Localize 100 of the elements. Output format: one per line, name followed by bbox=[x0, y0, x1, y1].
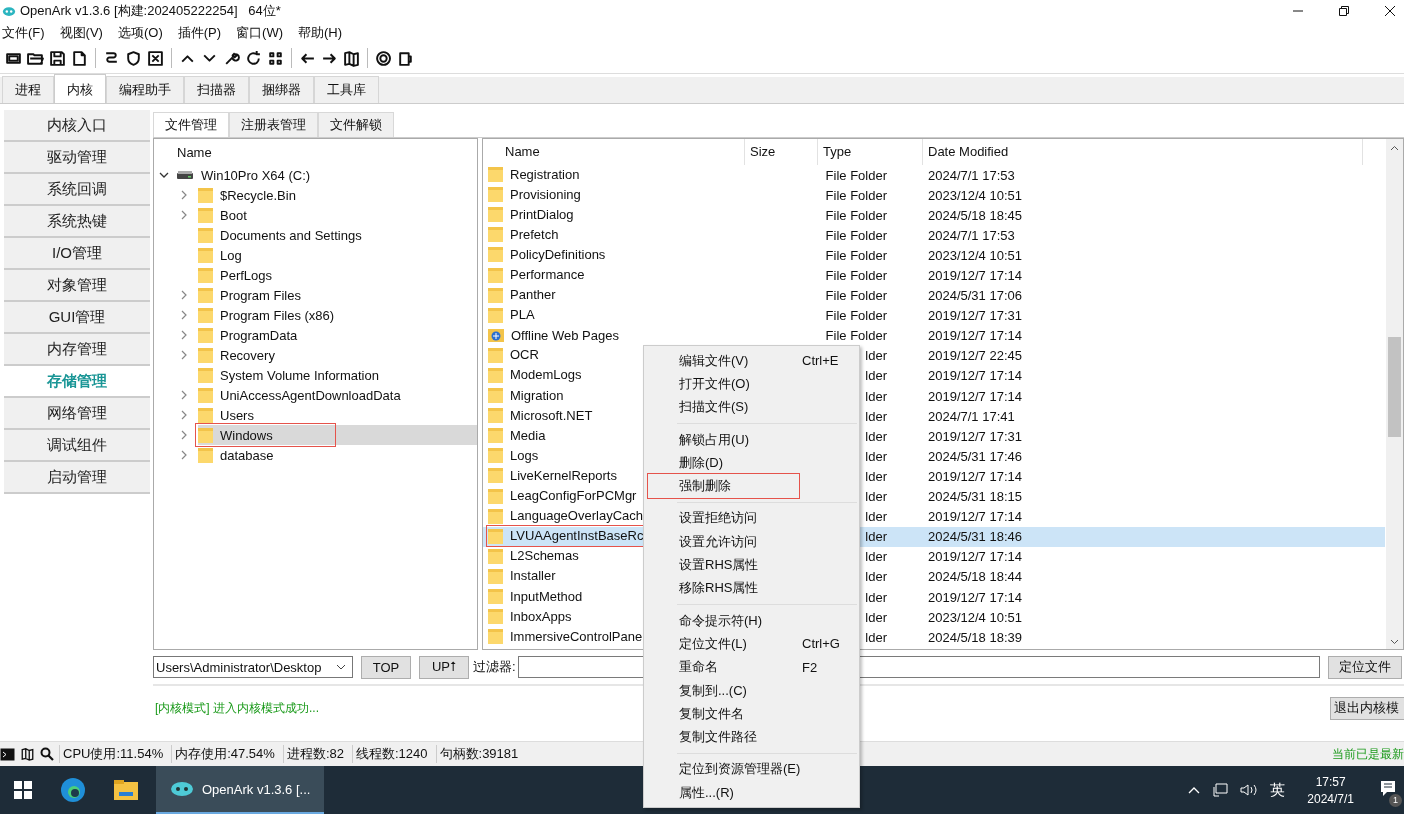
column-header[interactable]: Name bbox=[483, 139, 745, 165]
nav-item[interactable]: 内存管理 bbox=[4, 334, 150, 366]
file-name[interactable]: Microsoft.NET bbox=[488, 406, 593, 425]
menu-item[interactable]: 窗口(W) bbox=[236, 23, 283, 42]
tree-item[interactable]: Program Files (x86) bbox=[198, 306, 335, 324]
scrollbar[interactable] bbox=[1386, 139, 1403, 649]
shield-icon[interactable] bbox=[125, 49, 142, 67]
expand-chevron-icon[interactable] bbox=[180, 330, 188, 340]
menu-item[interactable]: 解锁占用(U) bbox=[648, 427, 855, 452]
tree-item[interactable]: Documents and Settings bbox=[198, 226, 362, 244]
file-name[interactable]: L2Schemas bbox=[488, 546, 579, 565]
menu-item[interactable]: 定位到资源管理器(E) bbox=[648, 757, 855, 782]
tab[interactable]: 文件管理 bbox=[153, 112, 229, 137]
maximize-icon[interactable] bbox=[1338, 5, 1350, 17]
menu-item[interactable]: 扫描文件(S) bbox=[648, 395, 855, 419]
input-method-indicator[interactable]: 英 bbox=[1270, 780, 1286, 800]
file-name[interactable]: ImmersiveControlPane bbox=[488, 627, 643, 646]
file-name[interactable]: PrintDialog bbox=[488, 205, 574, 224]
nav-item[interactable]: 系统热键 bbox=[4, 206, 150, 238]
menu-item[interactable]: 定位文件(L) Ctrl+G bbox=[648, 632, 855, 656]
tab[interactable]: 扫描器 bbox=[184, 76, 249, 103]
file-name[interactable]: LanguageOverlayCach bbox=[488, 506, 643, 525]
menu-item[interactable]: 设置允许访问 bbox=[648, 530, 855, 554]
volume-icon[interactable] bbox=[1240, 783, 1259, 797]
menu-item[interactable]: 复制文件名 bbox=[648, 702, 855, 726]
file-name[interactable]: InputMethod bbox=[488, 587, 583, 605]
file-name[interactable]: Panther bbox=[488, 285, 556, 304]
nav-item[interactable]: I/O管理 bbox=[4, 238, 150, 270]
expand-chevron-icon[interactable] bbox=[180, 350, 188, 360]
map-icon[interactable] bbox=[343, 49, 360, 67]
menu-item[interactable]: 设置RHS属性 bbox=[648, 553, 855, 577]
nav-item[interactable]: 系统回调 bbox=[4, 174, 150, 206]
tab[interactable]: 注册表管理 bbox=[229, 112, 318, 137]
expand-chevron-icon[interactable] bbox=[180, 410, 188, 420]
tree-item[interactable]: database bbox=[198, 446, 274, 464]
scroll-thumb[interactable] bbox=[1388, 337, 1401, 437]
file-name[interactable]: Logs bbox=[488, 446, 539, 465]
file-name[interactable]: Migration bbox=[488, 386, 564, 405]
tree-item[interactable]: Win10Pro X64 (C:) bbox=[201, 167, 311, 183]
clock-time[interactable]: 17:57 bbox=[1315, 774, 1346, 789]
file-name[interactable]: Offline Web Pages bbox=[488, 326, 619, 345]
nav-item[interactable]: 驱动管理 bbox=[4, 142, 150, 174]
expand-chevron-icon[interactable] bbox=[180, 190, 188, 200]
locate-file-button[interactable]: 定位文件 bbox=[1328, 655, 1402, 679]
nav-item[interactable]: GUI管理 bbox=[4, 302, 150, 334]
tab[interactable]: 捆绑器 bbox=[249, 76, 314, 103]
menu-item[interactable]: 复制到...(C) bbox=[648, 678, 855, 703]
grid-icon[interactable] bbox=[267, 49, 284, 67]
menu-item[interactable]: 重命名 F2 bbox=[648, 655, 855, 679]
tree-item[interactable]: System Volume Information bbox=[198, 366, 379, 384]
file-name[interactable]: InboxApps bbox=[488, 607, 572, 626]
exit-kernel-mode-button[interactable]: 退出内核模 bbox=[1330, 696, 1404, 720]
terminal-icon[interactable] bbox=[0, 747, 15, 761]
scroll-down-icon[interactable] bbox=[1390, 639, 1399, 645]
expand-chevron-icon[interactable] bbox=[180, 430, 188, 440]
tree-item[interactable]: Boot bbox=[198, 206, 247, 224]
path-dropdown[interactable]: Users\Administrator\Desktop bbox=[153, 656, 353, 678]
expand-chevron-icon[interactable] bbox=[180, 210, 188, 220]
menu-item[interactable]: 属性...(R) bbox=[648, 781, 855, 805]
nav-button[interactable]: TOP bbox=[361, 655, 411, 679]
tab[interactable]: 编程助手 bbox=[106, 76, 184, 103]
close-box-icon[interactable] bbox=[147, 49, 164, 67]
close-icon[interactable] bbox=[1384, 5, 1396, 17]
nav-item[interactable]: 内核入口 bbox=[4, 110, 150, 142]
menu-item[interactable]: 打开文件(O) bbox=[648, 372, 855, 396]
file-name[interactable]: LiveKernelReports bbox=[488, 466, 617, 485]
network-icon[interactable] bbox=[1212, 783, 1229, 797]
tree-item[interactable]: Recovery bbox=[198, 346, 275, 364]
menu-item[interactable]: 插件(P) bbox=[177, 23, 222, 42]
tab[interactable]: 文件解锁 bbox=[318, 112, 394, 137]
tab[interactable]: 进程 bbox=[2, 76, 54, 103]
menu-item[interactable]: 编辑文件(V) Ctrl+E bbox=[648, 349, 855, 373]
column-header[interactable]: Date Modified bbox=[923, 139, 1363, 165]
menu-item[interactable]: 强制删除 bbox=[648, 474, 799, 498]
nav-button[interactable]: UP⭡ bbox=[419, 655, 469, 679]
file-name[interactable]: Prefetch bbox=[488, 225, 559, 244]
clock-date[interactable]: 2024/7/1 bbox=[1307, 791, 1354, 806]
collapse-chevron-icon[interactable] bbox=[159, 170, 169, 180]
notification-icon[interactable] bbox=[1380, 779, 1396, 798]
scroll-up-icon[interactable] bbox=[1390, 145, 1399, 151]
windows-start-icon[interactable] bbox=[14, 781, 32, 799]
nav-item[interactable]: 调试组件 bbox=[4, 430, 150, 462]
file-name[interactable]: PolicyDefinitions bbox=[488, 245, 606, 264]
menu-item[interactable]: 复制文件路径 bbox=[648, 725, 855, 749]
refresh-icon[interactable] bbox=[245, 49, 262, 67]
nav-item[interactable]: 网络管理 bbox=[4, 398, 150, 430]
file-name[interactable]: PLA bbox=[488, 305, 535, 324]
expand-chevron-icon[interactable] bbox=[180, 310, 188, 320]
tree-item[interactable]: UniAccessAgentDownloadData bbox=[198, 386, 401, 404]
column-header[interactable]: Name bbox=[177, 144, 212, 160]
column-header[interactable]: Size bbox=[745, 139, 818, 165]
save-icon[interactable] bbox=[49, 49, 66, 67]
column-header[interactable]: Type bbox=[818, 139, 923, 165]
menu-item[interactable]: 帮助(H) bbox=[298, 23, 343, 42]
tree-item[interactable]: Log bbox=[198, 246, 242, 264]
tree-item[interactable]: PerfLogs bbox=[198, 266, 273, 284]
tree-item[interactable]: Program Files bbox=[198, 286, 301, 304]
file-name[interactable]: Performance bbox=[488, 265, 585, 284]
file-name[interactable]: Installer bbox=[488, 566, 556, 585]
menu-item[interactable]: 视图(V) bbox=[59, 23, 103, 42]
